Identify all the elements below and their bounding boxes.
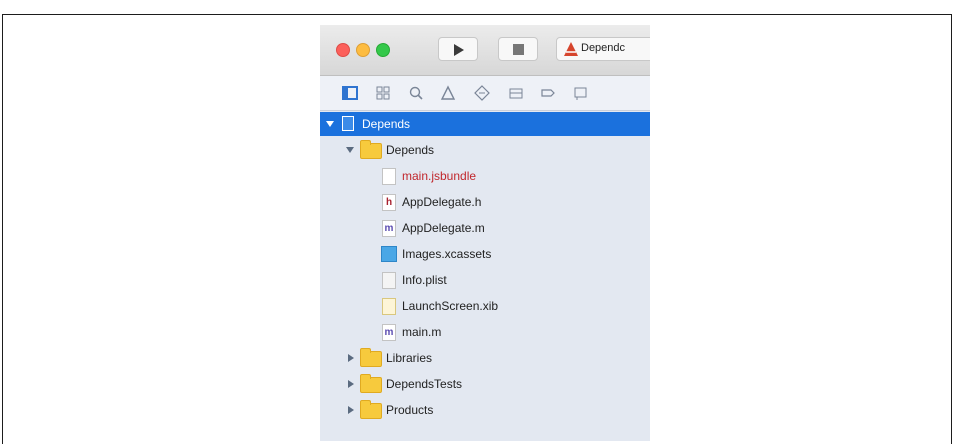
close-window-button[interactable]: [336, 43, 350, 57]
tree-item-label: AppDelegate.h: [402, 195, 482, 209]
tree-item-label: main.jsbundle: [402, 169, 477, 183]
report-navigator-icon[interactable]: [572, 85, 588, 101]
breakpoint-navigator-icon[interactable]: [540, 85, 556, 101]
tree-item-label: AppDelegate.m: [402, 221, 485, 235]
scheme-selector[interactable]: Dependc: [556, 37, 650, 61]
tree-item-label: Products: [386, 403, 434, 417]
navigator-selector-bar: [320, 76, 650, 111]
folder-icon: [360, 374, 382, 393]
test-navigator-icon[interactable]: [474, 85, 490, 101]
plist-file-icon: [382, 272, 396, 289]
find-navigator-icon[interactable]: [408, 85, 424, 101]
folder-icon: [360, 400, 382, 419]
tree-item-file[interactable]: Images.xcassets: [320, 242, 650, 266]
tree-item-label: main.m: [402, 325, 442, 339]
project-navigator-icon[interactable]: [342, 85, 358, 101]
objc-file-icon: m: [382, 324, 396, 341]
disclosure-expanded-icon[interactable]: [326, 121, 334, 127]
tree-item-file[interactable]: m AppDelegate.m: [320, 216, 650, 240]
tree-item-label: Depends: [386, 143, 435, 157]
tree-item-label: Depends: [362, 117, 411, 131]
tree-item-label: LaunchScreen.xib: [402, 299, 499, 313]
asset-catalog-icon: [381, 246, 397, 262]
xcode-project-icon: [342, 116, 354, 131]
disclosure-collapsed-icon[interactable]: [348, 406, 354, 414]
debug-navigator-icon[interactable]: [508, 85, 524, 101]
disclosure-expanded-icon[interactable]: [346, 147, 354, 153]
tree-item-file[interactable]: m main.m: [320, 320, 650, 344]
tree-item-label: Info.plist: [402, 273, 447, 287]
run-button[interactable]: [438, 37, 478, 61]
issue-navigator-icon[interactable]: [440, 85, 456, 101]
tree-item-label: Images.xcassets: [402, 247, 492, 261]
tree-item-file[interactable]: main.jsbundle: [320, 164, 650, 188]
stop-button[interactable]: [498, 37, 538, 61]
window-toolbar: Dependc: [320, 25, 650, 76]
tree-item-project[interactable]: Depends: [320, 112, 650, 136]
tree-item-file[interactable]: h AppDelegate.h: [320, 190, 650, 214]
xcode-window: Dependc Depends Depends main.jsbundle h …: [320, 25, 650, 441]
tree-item-libraries-group[interactable]: Libraries: [320, 346, 650, 370]
header-file-icon: h: [382, 194, 396, 211]
zoom-window-button[interactable]: [376, 43, 390, 57]
symbol-navigator-icon[interactable]: [375, 85, 391, 101]
file-icon: [382, 168, 396, 185]
folder-icon: [360, 348, 382, 367]
objc-file-icon: m: [382, 220, 396, 237]
tree-item-products-group[interactable]: Products: [320, 398, 650, 422]
minimize-window-button[interactable]: [356, 43, 370, 57]
disclosure-collapsed-icon[interactable]: [348, 354, 354, 362]
xib-file-icon: [382, 298, 396, 315]
xcode-app-icon: [564, 42, 578, 56]
tree-item-label: Libraries: [386, 351, 433, 365]
folder-icon: [360, 140, 382, 159]
tree-item-file[interactable]: Info.plist: [320, 268, 650, 292]
disclosure-collapsed-icon[interactable]: [348, 380, 354, 388]
tree-item-file[interactable]: LaunchScreen.xib: [320, 294, 650, 318]
scheme-label: Dependc: [581, 42, 626, 54]
play-icon: [454, 44, 464, 56]
tree-item-label: DependsTests: [386, 377, 463, 391]
tree-item-tests-group[interactable]: DependsTests: [320, 372, 650, 396]
tree-item-depends-group[interactable]: Depends: [320, 138, 650, 162]
stop-icon: [513, 44, 524, 55]
